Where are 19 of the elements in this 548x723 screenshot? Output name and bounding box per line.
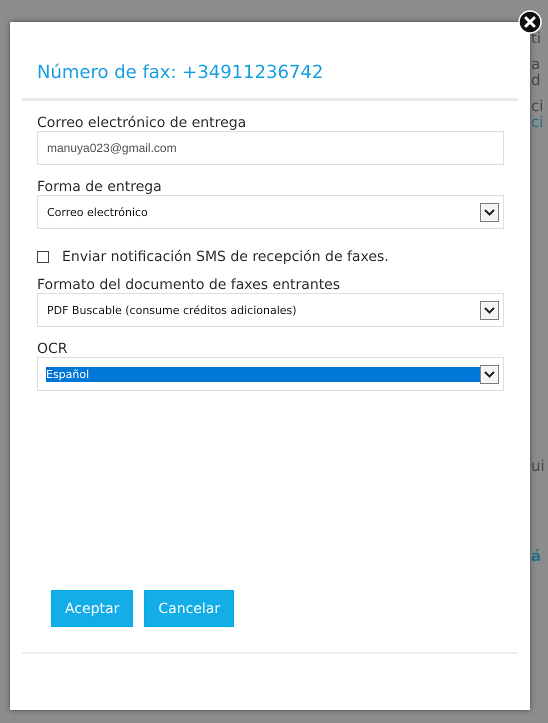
page-text: ti xyxy=(531,30,542,46)
email-field[interactable]: manuya023@gmail.com xyxy=(37,131,504,165)
field-label: Formato del documento de faxes entrantes xyxy=(37,277,342,293)
field-label: Correo electrónico de entrega xyxy=(37,115,248,131)
page-text: ci xyxy=(531,98,544,114)
checkbox-label: Enviar notificación SMS de recepción de faxes. xyxy=(62,249,389,265)
select-field[interactable]: Correo electrónico xyxy=(37,195,504,229)
select-field[interactable]: Español xyxy=(37,357,504,391)
field-label: Forma de entrega xyxy=(37,179,163,195)
page-text: ui xyxy=(531,458,545,474)
field-label: OCR xyxy=(37,341,69,357)
checkbox[interactable] xyxy=(37,251,49,263)
select-field[interactable]: PDF Buscable (consume créditos adicionales) xyxy=(37,293,504,327)
page-text: a xyxy=(531,56,540,72)
page-heading: á xyxy=(531,548,542,564)
dialog-title: Número de fax: +34911236742 xyxy=(36,61,324,82)
cancel-button[interactable]: Cancelar xyxy=(144,590,234,627)
page-text: d xyxy=(531,72,541,88)
accept-button[interactable]: Aceptar xyxy=(51,590,134,627)
